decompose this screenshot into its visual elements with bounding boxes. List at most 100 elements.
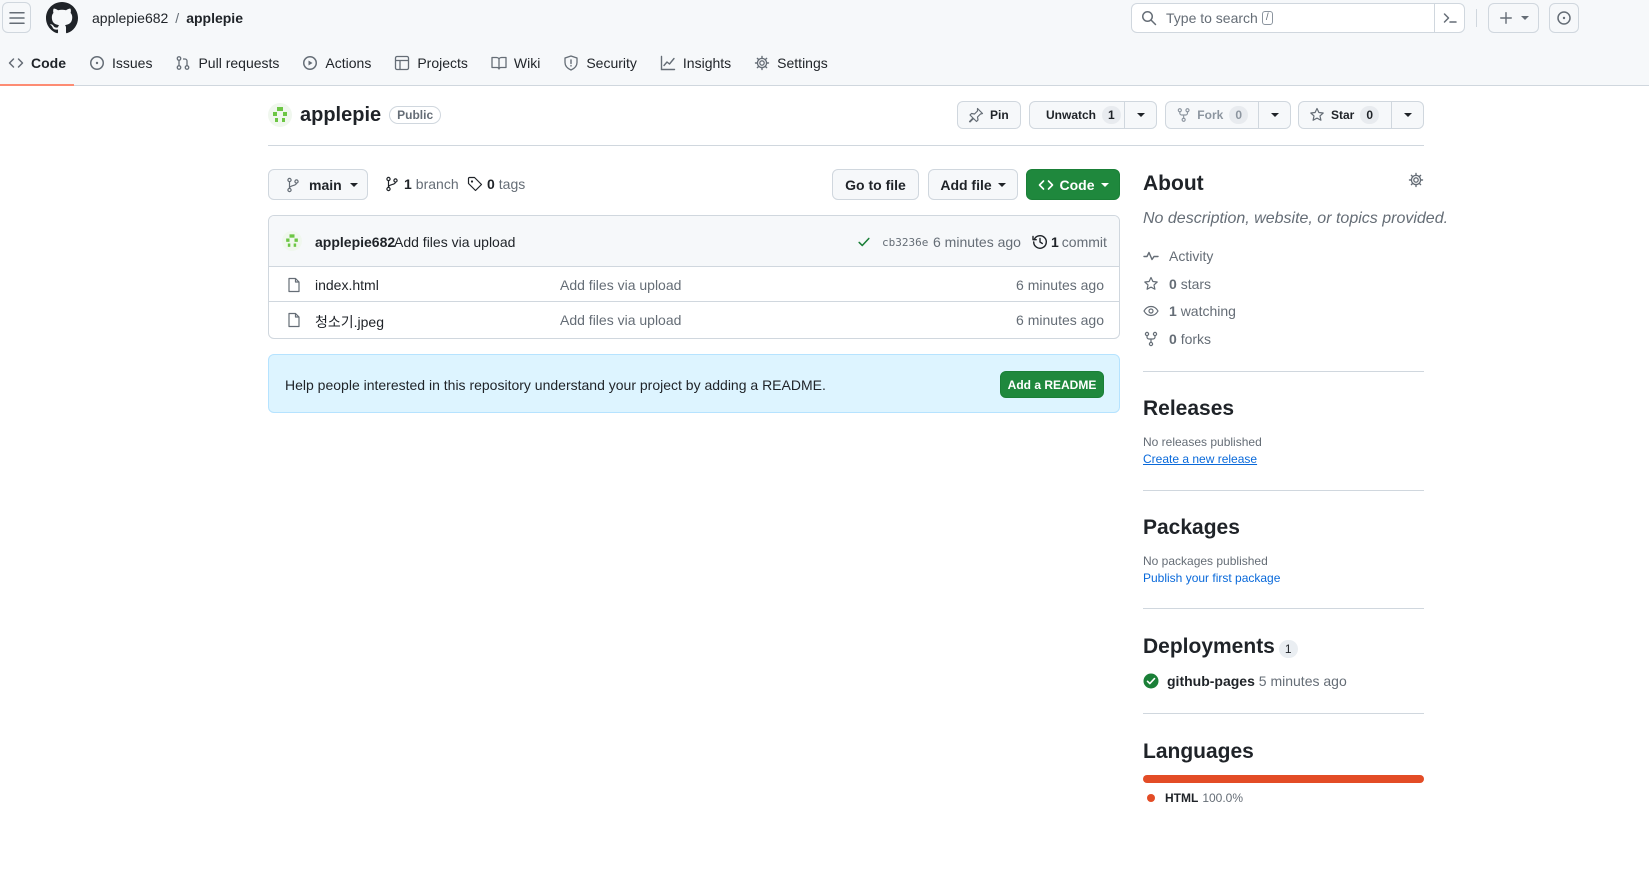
add-readme-button[interactable]: Add a README: [1000, 371, 1104, 398]
language-item[interactable]: HTML 100.0%: [1147, 791, 1243, 805]
releases-empty-text: No releases published: [1143, 435, 1262, 449]
readme-prompt: Help people interested in this repositor…: [268, 354, 1120, 413]
tab-projects[interactable]: Projects: [386, 44, 476, 82]
watching-label: watching: [1180, 303, 1236, 319]
triangle-down-icon: [1100, 182, 1109, 187]
tab-code[interactable]: Code: [0, 44, 74, 86]
divider: [1143, 608, 1424, 609]
global-header: applepie682 / applepie Type to search /: [0, 0, 1649, 86]
language-bar[interactable]: [1143, 775, 1424, 783]
unwatch-button[interactable]: Unwatch 1: [1029, 101, 1125, 129]
commit-history-link[interactable]: 1 commit: [1032, 234, 1107, 250]
check-icon[interactable]: [857, 235, 871, 249]
tab-label: Wiki: [513, 55, 541, 71]
deployments-title: Deployments: [1143, 635, 1275, 658]
file-name[interactable]: index.html: [315, 277, 379, 293]
issue-circle-icon: [1557, 11, 1571, 25]
deployments-heading[interactable]: Deployments 1: [1143, 635, 1424, 659]
create-release-link[interactable]: Create a new release: [1143, 452, 1257, 466]
commit-count: 1: [1051, 234, 1059, 250]
forks-link[interactable]: 0 forks: [1143, 331, 1211, 347]
watching-count: 1: [1169, 303, 1177, 319]
create-new-button[interactable]: [1488, 3, 1539, 33]
tab-wiki[interactable]: Wiki: [483, 44, 548, 82]
pulse-icon: [1143, 251, 1159, 261]
stars-count: 0: [1169, 276, 1177, 292]
eye-icon: [1143, 305, 1159, 317]
menu-button[interactable]: [2, 2, 31, 33]
deployment-item[interactable]: github-pages 5 minutes ago: [1143, 673, 1347, 689]
fork-label: Fork: [1197, 108, 1224, 122]
add-file-button[interactable]: Add file: [928, 169, 1018, 200]
repo-name[interactable]: applepie: [300, 104, 381, 127]
file-commit-message[interactable]: Add files via upload: [560, 277, 681, 293]
gear-icon: [754, 55, 770, 71]
fork-dropdown[interactable]: [1259, 101, 1291, 129]
file-row[interactable]: index.html Add files via upload 6 minute…: [269, 267, 1119, 302]
file-commit-message[interactable]: Add files via upload: [560, 312, 681, 328]
issue-icon: [90, 56, 104, 70]
tab-label: Code: [31, 55, 66, 71]
unwatch-label: Unwatch: [1046, 108, 1097, 122]
tab-issues[interactable]: Issues: [81, 44, 160, 82]
repo-link[interactable]: applepie: [186, 10, 243, 26]
command-palette-button[interactable]: [1434, 3, 1464, 33]
deployment-env: github-pages: [1167, 673, 1255, 689]
language-percent: 100.0%: [1202, 791, 1244, 805]
branches-link[interactable]: 1 branch: [384, 176, 459, 192]
avatar[interactable]: [282, 231, 302, 251]
tab-security[interactable]: Security: [555, 44, 645, 82]
plus-icon: [1499, 12, 1512, 24]
go-to-file-button[interactable]: Go to file: [832, 169, 919, 200]
file-age: 6 minutes ago: [1016, 312, 1104, 328]
star-count: 0: [1360, 106, 1380, 124]
owner-link[interactable]: applepie682: [92, 10, 168, 26]
watch-dropdown[interactable]: [1125, 101, 1157, 129]
stars-link[interactable]: 0 stars: [1143, 276, 1211, 292]
fork-icon: [1144, 331, 1158, 347]
search-icon: [1142, 11, 1157, 26]
terminal-icon: [1443, 13, 1457, 23]
pull-request-icon: [177, 56, 190, 70]
search-input[interactable]: Type to search /: [1131, 3, 1465, 33]
commit-sha[interactable]: cb3236e: [882, 236, 928, 249]
star-icon: [1310, 107, 1324, 121]
pin-button[interactable]: Pin: [957, 101, 1021, 129]
tab-settings[interactable]: Settings: [746, 44, 836, 82]
tags-link[interactable]: 0 tags: [467, 176, 525, 192]
tab-label: Issues: [112, 55, 153, 71]
watching-link[interactable]: 1 watching: [1143, 303, 1236, 319]
triangle-down-icon: [1270, 113, 1279, 117]
file-icon: [288, 312, 300, 328]
gear-icon[interactable]: [1408, 172, 1424, 188]
code-button[interactable]: Code: [1026, 169, 1120, 200]
tab-insights[interactable]: Insights: [652, 44, 739, 82]
fork-button[interactable]: Fork 0: [1165, 101, 1259, 129]
breadcrumb: applepie682 / applepie: [92, 10, 243, 26]
file-row[interactable]: 청소기.jpeg Add files via upload 6 minutes …: [269, 302, 1119, 337]
avatar[interactable]: [268, 103, 292, 127]
triangle-down-icon: [997, 182, 1006, 187]
fork-count: 0: [1229, 106, 1248, 124]
file-name[interactable]: 청소기.jpeg: [315, 312, 384, 332]
play-icon: [303, 56, 318, 70]
star-dropdown[interactable]: [1392, 101, 1424, 129]
commit-author[interactable]: applepie682: [315, 234, 395, 250]
star-button[interactable]: Star 0: [1298, 101, 1392, 129]
history-icon: [1032, 235, 1047, 249]
search-placeholder: Type to search: [1166, 10, 1258, 26]
github-logo-icon[interactable]: [46, 2, 78, 34]
language-color-dot: [1147, 794, 1155, 802]
publish-package-link[interactable]: Publish your first package: [1143, 571, 1280, 585]
tab-pull-requests[interactable]: Pull requests: [167, 44, 287, 82]
packages-heading[interactable]: Packages: [1143, 516, 1424, 540]
releases-heading[interactable]: Releases: [1143, 397, 1424, 421]
activity-link[interactable]: Activity: [1143, 248, 1213, 264]
star-label: Star: [1331, 108, 1355, 122]
tab-actions[interactable]: Actions: [294, 44, 379, 82]
branch-selector[interactable]: main: [268, 169, 368, 200]
commit-message[interactable]: Add files via upload: [394, 234, 515, 250]
tab-label: Pull requests: [198, 55, 280, 71]
your-issues-button[interactable]: [1549, 3, 1579, 33]
watch-split: Unwatch 1: [1029, 101, 1157, 129]
